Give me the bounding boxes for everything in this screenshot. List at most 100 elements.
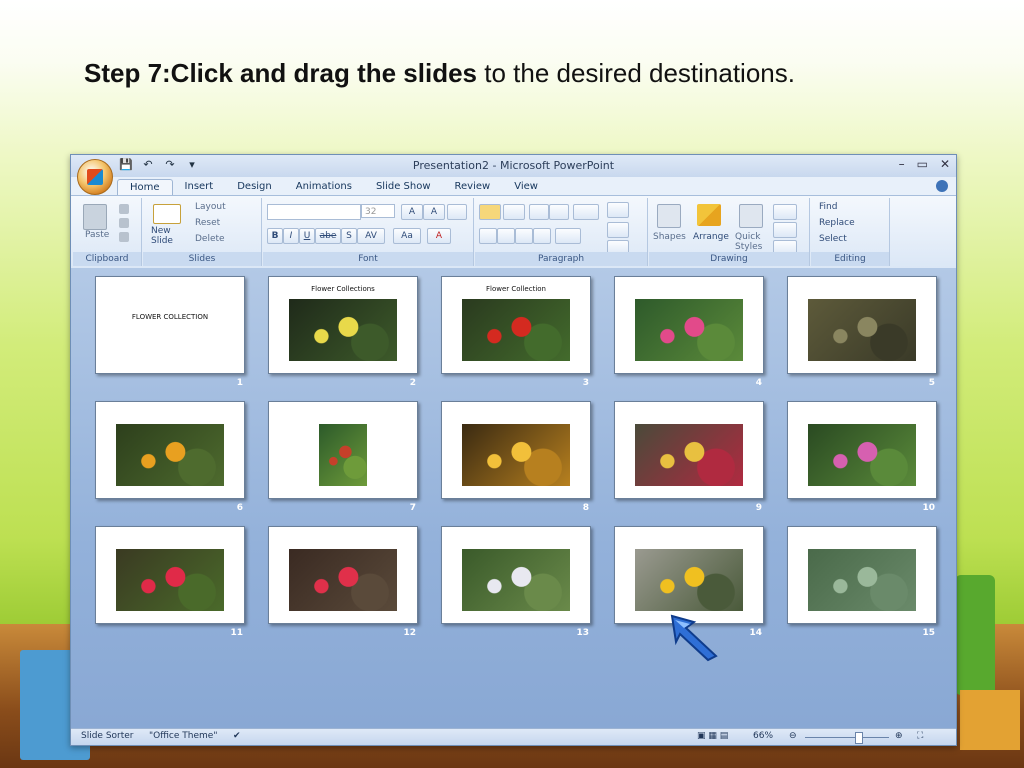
delete-button[interactable]: Delete bbox=[195, 234, 225, 244]
slide-thumbnail[interactable] bbox=[787, 526, 937, 624]
font-color-button[interactable]: A bbox=[427, 228, 451, 244]
numbering-button[interactable] bbox=[503, 204, 525, 220]
flower-photo bbox=[808, 299, 916, 361]
save-icon[interactable]: 💾 bbox=[119, 158, 133, 172]
align-text-button[interactable] bbox=[607, 222, 629, 238]
slide-thumbnail[interactable] bbox=[614, 526, 764, 624]
zoom-slider[interactable] bbox=[805, 737, 889, 738]
slide-thumbnail[interactable] bbox=[614, 401, 764, 499]
strikethrough-button[interactable]: abe bbox=[315, 228, 341, 244]
arrange-icon[interactable] bbox=[697, 204, 721, 226]
font-group: 32 A A B I U abe S AV Aa A Font bbox=[263, 198, 474, 266]
slide-thumbnail[interactable] bbox=[268, 526, 418, 624]
clear-format-button[interactable] bbox=[447, 204, 467, 220]
select-button[interactable]: Select bbox=[819, 234, 847, 244]
slide-number: 12 bbox=[403, 628, 416, 638]
align-left-button[interactable] bbox=[479, 228, 497, 244]
copy-icon[interactable] bbox=[119, 218, 129, 228]
powerpoint-window: Presentation2 - Microsoft PowerPoint 💾 ↶… bbox=[70, 154, 957, 746]
change-case-button[interactable]: Aa bbox=[393, 228, 421, 244]
slide-thumbnail[interactable] bbox=[787, 401, 937, 499]
background-green-block bbox=[955, 575, 995, 695]
office-logo-icon bbox=[87, 169, 103, 185]
font-name-box[interactable] bbox=[267, 204, 361, 220]
text-direction-button[interactable] bbox=[607, 202, 629, 218]
slide-thumbnail[interactable] bbox=[441, 526, 591, 624]
replace-button[interactable]: Replace bbox=[819, 218, 855, 228]
underline-button[interactable]: U bbox=[299, 228, 315, 244]
background-orange-block bbox=[960, 690, 1020, 750]
redo-icon[interactable]: ↷ bbox=[163, 158, 177, 172]
font-size-box[interactable]: 32 bbox=[361, 204, 395, 218]
slide-thumbnail[interactable] bbox=[441, 401, 591, 499]
flower-photo bbox=[635, 549, 743, 611]
tab-review[interactable]: Review bbox=[443, 179, 503, 195]
office-button[interactable] bbox=[77, 159, 113, 195]
slide-thumbnail[interactable] bbox=[614, 276, 764, 374]
minimize-button[interactable]: – bbox=[899, 157, 905, 171]
tab-home[interactable]: Home bbox=[117, 179, 173, 195]
shapes-label[interactable]: Shapes bbox=[653, 232, 686, 242]
slide-number: 11 bbox=[230, 628, 243, 638]
customize-qat-icon[interactable]: ▾ bbox=[185, 158, 199, 172]
spell-check-icon[interactable]: ✔ bbox=[233, 731, 241, 741]
decrease-indent-button[interactable] bbox=[529, 204, 549, 220]
paste-label[interactable]: Paste bbox=[85, 230, 109, 240]
italic-button[interactable]: I bbox=[283, 228, 299, 244]
slide-thumbnail[interactable]: FLOWER COLLECTION bbox=[95, 276, 245, 374]
slide-thumbnail[interactable] bbox=[787, 276, 937, 374]
slide-thumbnail[interactable] bbox=[95, 401, 245, 499]
slide-thumbnail[interactable]: Flower Collections bbox=[268, 276, 418, 374]
bold-button[interactable]: B bbox=[267, 228, 283, 244]
align-right-button[interactable] bbox=[515, 228, 533, 244]
slide-number: 14 bbox=[749, 628, 762, 638]
align-center-button[interactable] bbox=[497, 228, 515, 244]
close-button[interactable]: ✕ bbox=[940, 157, 950, 171]
layout-button[interactable]: Layout bbox=[195, 202, 226, 212]
arrange-label[interactable]: Arrange bbox=[693, 232, 729, 242]
slide-thumbnail[interactable] bbox=[268, 401, 418, 499]
shadow-button[interactable]: S bbox=[341, 228, 357, 244]
bullets-button[interactable] bbox=[479, 204, 501, 220]
slide-thumbnail[interactable]: Flower Collection bbox=[441, 276, 591, 374]
tab-design[interactable]: Design bbox=[225, 179, 284, 195]
slide-number: 7 bbox=[409, 503, 416, 513]
tab-view[interactable]: View bbox=[502, 179, 550, 195]
tab-insert[interactable]: Insert bbox=[173, 179, 226, 195]
format-painter-icon[interactable] bbox=[119, 232, 129, 242]
line-spacing-button[interactable] bbox=[573, 204, 599, 220]
zoom-out-button[interactable]: ⊖ bbox=[789, 731, 797, 741]
quick-styles-icon[interactable] bbox=[739, 204, 763, 228]
editing-label: Editing bbox=[811, 252, 889, 266]
maximize-button[interactable]: ▭ bbox=[917, 157, 928, 171]
paste-icon[interactable] bbox=[83, 204, 107, 230]
view-buttons[interactable]: ▣ ▦ ▤ bbox=[697, 731, 728, 741]
tab-animations[interactable]: Animations bbox=[284, 179, 364, 195]
justify-button[interactable] bbox=[533, 228, 551, 244]
find-button[interactable]: Find bbox=[819, 202, 837, 212]
increase-indent-button[interactable] bbox=[549, 204, 569, 220]
new-slide-icon[interactable] bbox=[153, 204, 181, 224]
slide-thumbnail[interactable] bbox=[95, 526, 245, 624]
flower-photo bbox=[462, 299, 570, 361]
undo-icon[interactable]: ↶ bbox=[141, 158, 155, 172]
tab-slide-show[interactable]: Slide Show bbox=[364, 179, 443, 195]
fit-window-button[interactable]: ⛶ bbox=[917, 731, 923, 741]
zoom-in-button[interactable]: ⊕ bbox=[895, 731, 903, 741]
shape-fill-button[interactable] bbox=[773, 204, 797, 220]
grow-font-button[interactable]: A bbox=[401, 204, 423, 220]
quick-styles-label[interactable]: Quick Styles bbox=[735, 232, 767, 252]
clipboard-label: Clipboard bbox=[73, 252, 141, 266]
shape-outline-button[interactable] bbox=[773, 222, 797, 238]
char-spacing-button[interactable]: AV bbox=[357, 228, 385, 244]
help-icon[interactable] bbox=[936, 180, 948, 192]
columns-button[interactable] bbox=[555, 228, 581, 244]
new-slide-label[interactable]: New Slide bbox=[151, 226, 181, 246]
zoom-level[interactable]: 66% bbox=[753, 731, 773, 741]
cut-icon[interactable] bbox=[119, 204, 129, 214]
zoom-slider-thumb[interactable] bbox=[855, 732, 863, 744]
slide-number: 15 bbox=[922, 628, 935, 638]
shapes-icon[interactable] bbox=[657, 204, 681, 228]
shrink-font-button[interactable]: A bbox=[423, 204, 445, 220]
reset-button[interactable]: Reset bbox=[195, 218, 220, 228]
